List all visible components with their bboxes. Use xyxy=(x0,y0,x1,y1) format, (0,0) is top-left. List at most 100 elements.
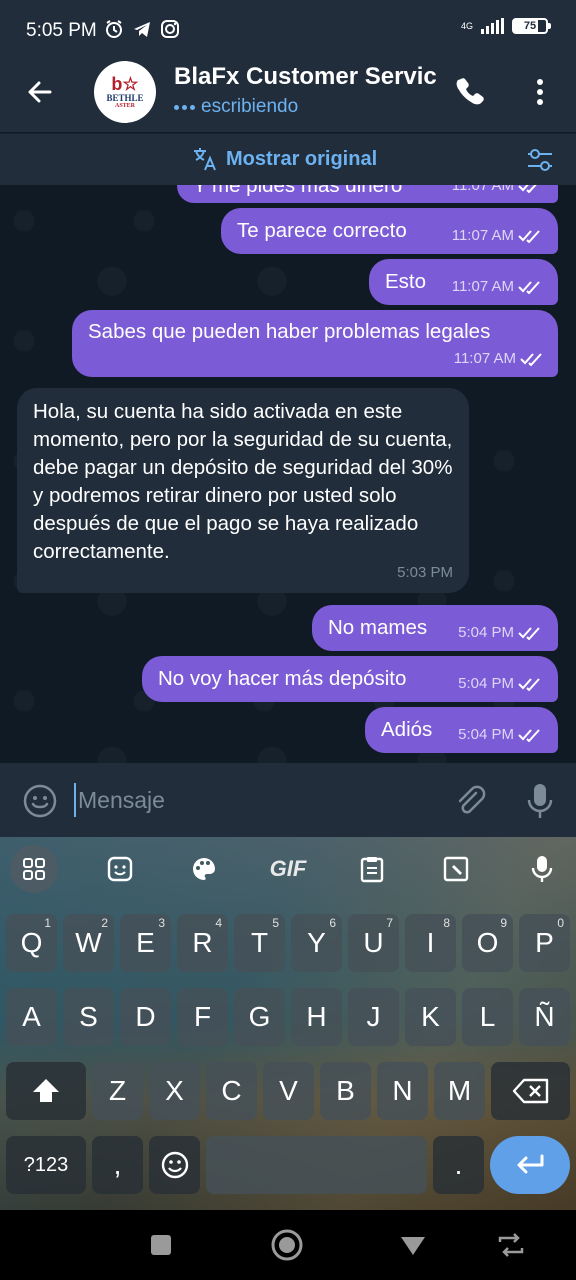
key-f[interactable]: F xyxy=(177,988,228,1046)
double-check-icon xyxy=(518,281,540,294)
keyboard: GIF Q1 W2 E3 R4 T5 Y6 U7 I8 O9 P0 A S D … xyxy=(0,837,576,1210)
emoji-icon[interactable] xyxy=(22,783,58,819)
message-time: 5:04 PM xyxy=(458,675,514,692)
message-bubble[interactable]: Hola, su cuenta ha sido activada en este… xyxy=(17,388,469,593)
message-time: 11:07 AM xyxy=(451,278,514,295)
translation-settings-icon[interactable] xyxy=(526,147,554,173)
key-e[interactable]: E3 xyxy=(120,914,171,972)
keyboard-apps-icon[interactable] xyxy=(10,845,58,893)
key-u[interactable]: U7 xyxy=(348,914,399,972)
message-composer xyxy=(0,763,576,837)
palette-icon[interactable] xyxy=(184,843,224,895)
key-d[interactable]: D xyxy=(120,988,171,1046)
message-text: Sabes que pueden haber problemas legales xyxy=(88,320,491,343)
telegram-icon xyxy=(134,22,150,37)
voice-input-icon[interactable] xyxy=(524,843,560,895)
message-bubble[interactable]: Sabes que pueden haber problemas legales… xyxy=(72,310,558,377)
key-c[interactable]: C xyxy=(206,1062,257,1120)
typing-dots-icon xyxy=(174,104,195,110)
key-m[interactable]: M xyxy=(434,1062,485,1120)
symbols-key[interactable]: ?123 xyxy=(6,1136,86,1194)
rotate-icon[interactable] xyxy=(494,1228,528,1262)
signal-icon xyxy=(481,18,504,34)
avatar[interactable]: b☆ BETHLE ASTER xyxy=(94,61,156,123)
key-n[interactable]: N xyxy=(377,1062,428,1120)
message-list[interactable]: Y me pides más dinero 11:07 AM Te parece… xyxy=(0,185,576,763)
key-r[interactable]: R4 xyxy=(177,914,228,972)
key-i[interactable]: I8 xyxy=(405,914,456,972)
key-n-tilde[interactable]: Ñ xyxy=(519,988,570,1046)
message-bubble[interactable]: Adiós 5:04 PM xyxy=(365,707,558,753)
back-nav-icon[interactable] xyxy=(396,1228,430,1262)
key-w[interactable]: W2 xyxy=(63,914,114,972)
comma-key[interactable]: , xyxy=(92,1136,143,1194)
message-bubble[interactable]: Te parece correcto 11:07 AM xyxy=(221,208,558,254)
message-bubble[interactable]: No voy hacer más depósito 5:04 PM xyxy=(142,656,558,702)
key-h[interactable]: H xyxy=(291,988,342,1046)
message-input[interactable] xyxy=(78,781,438,819)
avatar-logo-text: BETHLE xyxy=(106,93,144,103)
recents-icon[interactable] xyxy=(144,1228,178,1262)
double-check-icon xyxy=(518,185,537,193)
key-t[interactable]: T5 xyxy=(234,914,285,972)
back-arrow-icon[interactable] xyxy=(22,74,58,110)
message-time: 11:07 AM xyxy=(451,185,514,194)
message-time: 5:03 PM xyxy=(397,564,453,581)
double-check-icon xyxy=(520,353,542,366)
key-j[interactable]: J xyxy=(348,988,399,1046)
key-v[interactable]: V xyxy=(263,1062,314,1120)
system-nav-bar xyxy=(0,1210,576,1280)
key-a[interactable]: A xyxy=(6,988,57,1046)
translate-bar: Mostrar original xyxy=(0,133,576,185)
phone-icon[interactable] xyxy=(452,74,488,110)
key-x[interactable]: X xyxy=(149,1062,200,1120)
emoji-key[interactable] xyxy=(149,1136,200,1194)
screenshot-icon[interactable] xyxy=(438,843,474,895)
gif-button[interactable]: GIF xyxy=(266,843,310,895)
message-text: No voy hacer más depósito xyxy=(158,667,407,690)
network-type: 4G xyxy=(460,20,473,31)
key-s[interactable]: S xyxy=(63,988,114,1046)
microphone-icon[interactable] xyxy=(524,781,556,821)
key-q[interactable]: Q1 xyxy=(6,914,57,972)
key-z[interactable]: Z xyxy=(92,1062,143,1120)
key-b[interactable]: B xyxy=(320,1062,371,1120)
key-g[interactable]: G xyxy=(234,988,285,1046)
emoji-key-icon xyxy=(161,1151,188,1179)
translate-icon xyxy=(194,148,216,171)
message-time: 5:04 PM xyxy=(458,726,514,743)
status-text: escribiendo xyxy=(201,96,299,117)
double-check-icon xyxy=(518,678,540,691)
key-p[interactable]: P0 xyxy=(519,914,570,972)
message-bubble[interactable]: No mames 5:04 PM xyxy=(312,605,558,651)
message-bubble[interactable]: Y me pides más dinero 11:07 AM xyxy=(177,185,558,203)
key-y[interactable]: Y6 xyxy=(291,914,342,972)
period-key[interactable]: . xyxy=(433,1136,484,1194)
battery-level: 75 xyxy=(523,20,537,32)
space-key[interactable] xyxy=(206,1136,427,1194)
message-bubble[interactable]: Esto 11:07 AM xyxy=(369,259,558,305)
key-k[interactable]: K xyxy=(405,988,456,1046)
chat-header: b☆ BETHLE ASTER BlaFx Customer Servic es… xyxy=(0,58,576,132)
message-text: Te parece correcto xyxy=(237,219,407,242)
avatar-logo-subtext: ASTER xyxy=(114,103,135,109)
enter-key[interactable] xyxy=(490,1136,570,1194)
home-icon[interactable] xyxy=(270,1228,304,1262)
attach-icon[interactable] xyxy=(452,783,488,819)
clipboard-icon[interactable] xyxy=(354,843,390,895)
backspace-key[interactable] xyxy=(491,1062,570,1120)
shift-key[interactable] xyxy=(6,1062,86,1120)
key-o[interactable]: O9 xyxy=(462,914,513,972)
key-l[interactable]: L xyxy=(462,988,513,1046)
show-original-label: Mostrar original xyxy=(226,147,378,170)
double-check-icon xyxy=(518,627,540,640)
typing-status: escribiendo xyxy=(174,96,298,118)
more-options-icon[interactable] xyxy=(526,74,554,110)
contact-name[interactable]: BlaFx Customer Servic xyxy=(174,63,440,91)
double-check-icon xyxy=(518,729,540,742)
sticker-icon[interactable] xyxy=(100,843,140,895)
show-original-button[interactable]: Mostrar original xyxy=(192,146,377,172)
message-text: No mames xyxy=(328,616,428,639)
message-text: Adiós xyxy=(381,718,433,741)
alarm-icon xyxy=(106,20,122,38)
